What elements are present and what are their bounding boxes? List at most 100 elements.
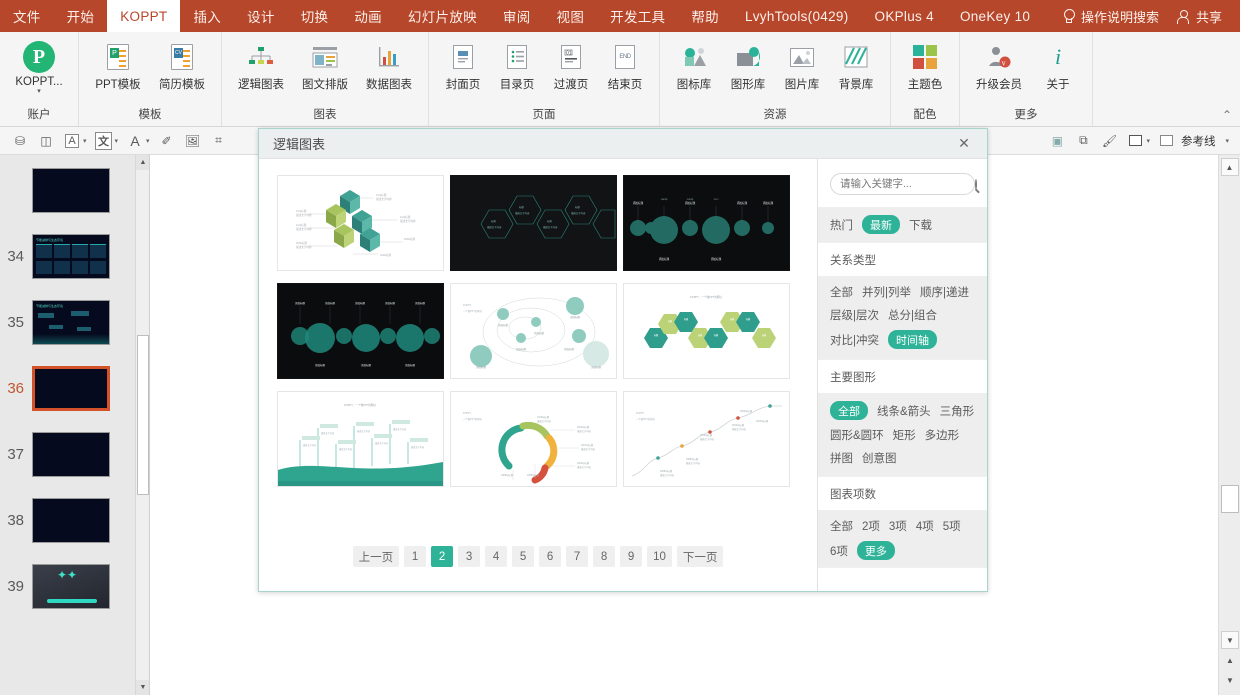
search-input[interactable] — [840, 178, 975, 190]
pagination-next-button[interactable]: 下一页 — [676, 546, 724, 567]
next-slide-button[interactable]: ▼ — [1221, 671, 1239, 689]
ribbon-button-transition-page[interactable]: 01 过渡页 — [545, 38, 597, 94]
search-box[interactable] — [830, 173, 977, 195]
filter-option-矩形[interactable]: 矩形 — [893, 427, 916, 443]
menu-item-14[interactable]: OneKey 10 — [947, 0, 1043, 32]
slide-scroll-down-button[interactable]: ▼ — [136, 680, 149, 695]
filter-option-更多[interactable]: 更多 — [856, 541, 895, 560]
template-thumbnail[interactable]: 1970年标题 描述文字内容 2000年标题 描述文字内容 2001年标题 描述文字内… — [450, 391, 617, 487]
filter-option-顺序|递进[interactable]: 顺序|递进 — [920, 284, 969, 300]
filter-option-总分|组合[interactable]: 总分|组合 — [888, 307, 937, 323]
select-icon[interactable]: ▣ — [1045, 130, 1069, 152]
text-box-icon[interactable]: A — [60, 130, 84, 152]
align-icon[interactable]: ◫ — [34, 130, 58, 152]
scroll-down-button[interactable]: ▼ — [1221, 631, 1239, 649]
filter-option-多边形[interactable]: 多边形 — [925, 427, 960, 443]
filter-option-全部[interactable]: 全部 — [830, 401, 868, 420]
ribbon-button-bar-chart[interactable]: 数据图表 — [358, 38, 420, 94]
ribbon-button-org-chart[interactable]: 逻辑图表 — [230, 38, 292, 94]
slide-thumbnail-item[interactable]: 35 节能减排与生态环境 — [0, 289, 149, 355]
previous-slide-button[interactable]: ▲ — [1221, 651, 1239, 669]
image-replace-icon[interactable]: 🖼 — [181, 130, 205, 152]
pagination-page-5[interactable]: 5 — [512, 546, 535, 567]
template-thumbnail[interactable]: 添加标题 添加标题 添加标题 添加标题 添加标题 添加标题 1982年 2012 1995… — [623, 175, 790, 271]
ribbon-button-background-library[interactable]: 背景库 — [830, 38, 882, 94]
search-icon[interactable] — [975, 178, 977, 190]
template-thumbnail[interactable]: 标题 标题 标题 标题 标题 标题 标题 标题 KOPPT、一个做PPT的网址 — [623, 283, 790, 379]
slide-thumbnail-item[interactable]: 38 — [0, 487, 149, 553]
ribbon-button-resume-template[interactable]: CV 简历模板 — [151, 38, 213, 94]
pagination-page-3[interactable]: 3 — [458, 546, 481, 567]
filter-option-时间轴[interactable]: 时间轴 — [888, 330, 937, 349]
menu-item-7[interactable]: 幻灯片放映 — [395, 0, 490, 32]
filter-option-6项[interactable]: 6项 — [830, 543, 848, 559]
font-color-caret-icon[interactable]: ▾ — [146, 137, 150, 145]
canvas-scroll-thumb[interactable] — [1221, 485, 1239, 513]
template-thumbnail[interactable]: 添加标题 添加标题 添加标题 添加标题 添加标题 添加标题 添加标题 KOPPT、 一个… — [450, 283, 617, 379]
format-painter-icon[interactable]: 🖌 — [1097, 130, 1121, 152]
filter-option-5项[interactable]: 5项 — [943, 518, 961, 534]
guides-swatch-icon[interactable] — [1155, 130, 1179, 152]
template-thumbnail[interactable]: 描述文字内容 描述文字内容 描述文字内容 描述文字内容 描述文字内容 描述文字内容 描… — [277, 391, 444, 487]
pagination-prev-button[interactable]: 上一页 — [352, 546, 400, 567]
filter-option-3项[interactable]: 3项 — [889, 518, 907, 534]
filter-option-并列|列举[interactable]: 并列|列举 — [862, 284, 911, 300]
pagination-page-1[interactable]: 1 — [404, 546, 427, 567]
filter-option-线条&箭头[interactable]: 线条&箭头 — [877, 403, 931, 419]
sort-tab-下载[interactable]: 下载 — [909, 217, 932, 233]
text-char-icon[interactable]: 文 — [92, 130, 116, 152]
template-thumbnail[interactable]: 添加标题 添加标题 添加标题 添加标题 添加标题 添加标题 添加标题 添加标题 — [277, 283, 444, 379]
slide-thumbnail[interactable] — [32, 431, 110, 477]
ribbon-button-image-text-layout[interactable]: 图文排版 — [294, 38, 356, 94]
pagination-page-6[interactable]: 6 — [539, 546, 562, 567]
ribbon-button-cover-page[interactable]: 封面页 — [437, 38, 489, 94]
slide-thumbnail-item[interactable] — [0, 157, 149, 223]
pagination-page-7[interactable]: 7 — [566, 546, 589, 567]
arrange-icon[interactable]: ⧉ — [1071, 130, 1095, 152]
canvas-scrollbar[interactable]: ▲ ▼ ▲ ▼ — [1218, 155, 1240, 695]
ribbon-button-shape-library[interactable]: 图形库 — [722, 38, 774, 94]
menu-item-3[interactable]: 插入 — [180, 0, 234, 32]
tell-me-search[interactable]: 操作说明搜索 — [1051, 7, 1171, 26]
text-char-caret-icon[interactable]: ▾ — [115, 137, 119, 145]
scroll-up-button[interactable]: ▲ — [1220, 158, 1239, 176]
close-icon[interactable]: ✕ — [955, 135, 973, 152]
slide-thumbnail[interactable]: ✦✦ — [32, 563, 110, 609]
menu-item-13[interactable]: OKPlus 4 — [862, 0, 947, 32]
ribbon-button-info[interactable]: i 关于 — [1032, 38, 1084, 94]
slide-thumbnail-item[interactable]: 39 ✦✦ — [0, 553, 149, 619]
sort-tab-热门[interactable]: 热门 — [830, 217, 853, 233]
filter-option-三角形[interactable]: 三角形 — [940, 403, 975, 419]
filter-option-全部[interactable]: 全部 — [830, 518, 853, 534]
menu-item-8[interactable]: 审阅 — [490, 0, 544, 32]
menu-item-1[interactable]: 开始 — [54, 0, 108, 32]
slide-thumbnail-item[interactable]: 34 节能减排与生态环境 — [0, 223, 149, 289]
share-button[interactable]: 共享 — [1171, 7, 1228, 26]
menu-item-11[interactable]: 帮助 — [678, 0, 732, 32]
menu-item-0[interactable]: 文件 — [0, 0, 54, 32]
guide-color-icon[interactable] — [1123, 130, 1147, 152]
template-thumbnail[interactable]: 1988年标题 描述文字内容 1988年标题 描述文字内容 1970年标题 描述文字内… — [623, 391, 790, 487]
filter-option-创意图[interactable]: 创意图 — [862, 450, 897, 466]
filter-option-对比|冲突[interactable]: 对比|冲突 — [830, 332, 879, 348]
ribbon-button-icon-library[interactable]: 图标库 — [668, 38, 720, 94]
ribbon-button-upgrade-member[interactable]: v 升级会员 — [968, 38, 1030, 94]
menu-item-5[interactable]: 切换 — [288, 0, 342, 32]
slide-thumbnail[interactable]: 节能减排与生态环境 — [32, 299, 110, 345]
filter-option-2项[interactable]: 2项 — [862, 518, 880, 534]
guides-caret-icon[interactable]: ▾ — [1225, 137, 1229, 145]
slide-thumbnail[interactable]: 节能减排与生态环境 — [32, 233, 110, 279]
ribbon-button-ppt-template[interactable]: P PPT模板 — [87, 38, 149, 94]
slide-thumbnail-panel[interactable]: 34 节能减排与生态环境 35 节能减排与生态环境 36 37 38 39 ✦✦ ▲ ▼ — [0, 155, 150, 695]
text-box-caret-icon[interactable]: ▾ — [83, 137, 87, 145]
pagination-page-2[interactable]: 2 — [431, 546, 454, 567]
slide-thumbnail[interactable] — [32, 497, 110, 543]
sort-tab-最新[interactable]: 最新 — [862, 215, 900, 234]
menu-item-4[interactable]: 设计 — [234, 0, 288, 32]
guides-label[interactable]: 参考线 — [1181, 133, 1216, 149]
menu-item-6[interactable]: 动画 — [341, 0, 395, 32]
menu-item-10[interactable]: 开发工具 — [597, 0, 678, 32]
pagination-page-10[interactable]: 10 — [647, 546, 672, 567]
ribbon-button-koppt-logo[interactable]: P KOPPT... ▾ — [8, 38, 70, 97]
filter-option-全部[interactable]: 全部 — [830, 284, 853, 300]
